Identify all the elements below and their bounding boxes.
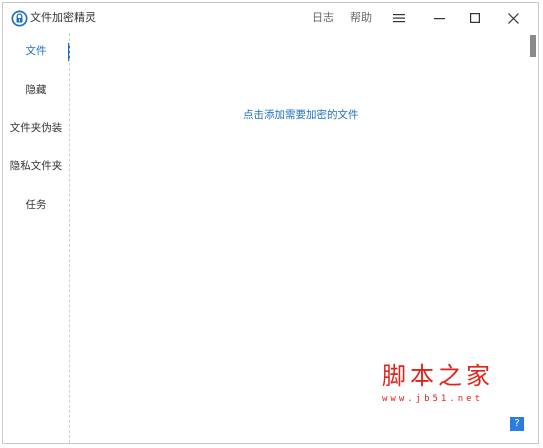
scrollbar-thumb[interactable] <box>530 35 536 57</box>
add-file-link[interactable]: 点击添加需要加密的文件 <box>243 108 359 122</box>
app-title: 文件加密精灵 <box>30 11 96 24</box>
help-button[interactable]: ? <box>510 417 524 431</box>
sidebar-item-hide[interactable]: 隐藏 <box>3 80 69 100</box>
log-button[interactable]: 日志 <box>312 11 334 25</box>
sidebar-nav: 文件 隐藏 文件夹伪装 隐私文件夹 任务 <box>3 33 70 443</box>
title-bar: 文件加密精灵 日志 帮助 <box>3 3 538 33</box>
vertical-scrollbar[interactable] <box>528 33 538 443</box>
lock-icon <box>11 10 28 27</box>
hamburger-icon[interactable] <box>387 7 411 29</box>
sidebar-item-tasks[interactable]: 任务 <box>3 195 69 215</box>
watermark-title: 脚本之家 <box>382 362 494 390</box>
sidebar-item-private-folder[interactable]: 隐私文件夹 <box>3 156 69 176</box>
sidebar-item-files[interactable]: 文件 <box>3 41 69 61</box>
sidebar-item-folder-disguise[interactable]: 文件夹伪装 <box>3 118 69 138</box>
maximize-icon[interactable] <box>463 7 487 29</box>
watermark: 脚本之家 www.jb51.net <box>382 362 502 410</box>
watermark-url: www.jb51.net <box>382 394 484 404</box>
minimize-icon[interactable] <box>427 7 451 29</box>
close-icon[interactable] <box>501 7 525 29</box>
sidebar-divider <box>69 33 70 443</box>
help-menu-button[interactable]: 帮助 <box>350 11 372 25</box>
